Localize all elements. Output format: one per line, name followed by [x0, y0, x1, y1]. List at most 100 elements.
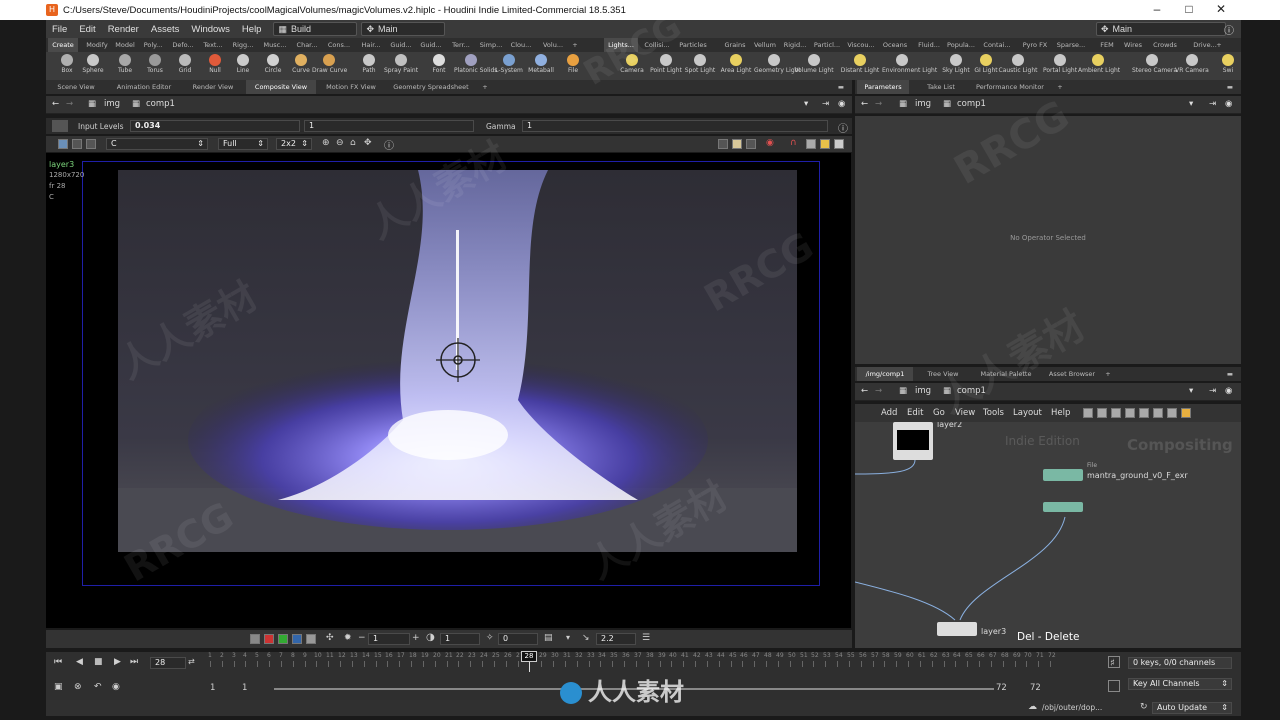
realtime-icon[interactable]: ▣: [54, 682, 63, 692]
back-icon[interactable]: ←: [861, 386, 868, 396]
key-all-dropdown[interactable]: Key All Channels ⇕: [1128, 678, 1232, 690]
shelf-tool[interactable]: Tube: [108, 52, 142, 80]
shelf-tab[interactable]: Char...: [292, 38, 322, 52]
shelf-tool[interactable]: Environment Light: [882, 52, 937, 80]
shelf-tab[interactable]: Crowds: [1148, 38, 1182, 52]
safe-area-icon[interactable]: [820, 139, 830, 149]
cloud-icon[interactable]: ☁: [1028, 702, 1037, 712]
network-editor[interactable]: Indie Edition Compositing layer2 File ma…: [855, 422, 1241, 648]
gamma-icon[interactable]: ↘: [582, 633, 590, 643]
magnet-icon[interactable]: ∩: [790, 138, 797, 148]
input-levels-max-field[interactable]: 1: [304, 120, 474, 132]
pane-tab[interactable]: Motion FX View: [318, 80, 384, 94]
shelf-tool[interactable]: Stereo Camera: [1132, 52, 1177, 80]
close-button[interactable]: ✕: [1204, 0, 1238, 20]
desktop-dropdown[interactable]: ▦ Build: [273, 22, 358, 36]
shelf-tool[interactable]: Line: [226, 52, 260, 80]
pane-menu-icon[interactable]: ▬: [1225, 80, 1235, 94]
add-shelf-icon[interactable]: +: [1214, 38, 1224, 52]
view-mode-icon[interactable]: [58, 139, 68, 149]
backdrop-toggle-icon[interactable]: [746, 139, 756, 149]
palette-icon[interactable]: [1139, 408, 1149, 418]
lut-icon[interactable]: ▤: [544, 633, 553, 643]
compare-icon[interactable]: [72, 139, 82, 149]
right-shelf-set-dropdown[interactable]: ✥ Main: [1096, 22, 1226, 36]
shelf-tab[interactable]: Oceans: [878, 38, 912, 52]
path-dropdown-icon[interactable]: ▾: [804, 99, 808, 109]
pane-menu-icon[interactable]: ▬: [836, 80, 846, 94]
offset-icon[interactable]: ✧: [486, 633, 494, 643]
shelf-tab[interactable]: Contai...: [980, 38, 1014, 52]
shelf-tab[interactable]: Wires: [1116, 38, 1150, 52]
shelf-tool[interactable]: Grid: [168, 52, 202, 80]
keys-icon[interactable]: [1108, 656, 1120, 668]
contrast-icon[interactable]: ◑: [426, 632, 435, 643]
contrast-field[interactable]: 1: [440, 633, 480, 645]
shelf-tab[interactable]: Particl...: [810, 38, 844, 52]
blue-channel-icon[interactable]: [292, 634, 302, 644]
path-img[interactable]: img: [104, 99, 120, 109]
shelf-tab[interactable]: Volu...: [538, 38, 568, 52]
shelf-tab[interactable]: Model: [110, 38, 140, 52]
add-tab-icon[interactable]: +: [480, 80, 490, 94]
levels-icon[interactable]: [52, 120, 68, 132]
display-gamma-field[interactable]: 2.2: [596, 633, 636, 645]
shelf-tab[interactable]: Simp...: [476, 38, 506, 52]
list-icon[interactable]: ☰: [642, 633, 650, 643]
home-icon[interactable]: ⌂: [350, 138, 356, 148]
pane-menu-icon[interactable]: ▬: [1225, 367, 1235, 381]
layer3-node[interactable]: [937, 622, 977, 636]
red-channel-icon[interactable]: [264, 634, 274, 644]
gamma-field[interactable]: 1: [522, 120, 828, 132]
pane-tab[interactable]: Material Palette: [973, 367, 1039, 381]
playhead[interactable]: 28: [521, 651, 537, 662]
menu-file[interactable]: File: [46, 24, 73, 35]
pane-tab[interactable]: Take List: [917, 80, 965, 94]
shelf-tab[interactable]: Sparse...: [1054, 38, 1088, 52]
shelf-tab[interactable]: Grains: [718, 38, 752, 52]
shelf-tab[interactable]: Guid...: [416, 38, 446, 52]
menu-render[interactable]: Render: [102, 24, 145, 35]
green-channel-icon[interactable]: [278, 634, 288, 644]
shelf-tool[interactable]: Draw Curve: [312, 52, 347, 80]
composite-viewer[interactable]: layer3 1280x720 fr 28 C: [46, 153, 851, 628]
audio-scrub-icon[interactable]: ◉: [112, 682, 120, 692]
file-node-2[interactable]: [1043, 502, 1083, 512]
tree-icon[interactable]: [1125, 408, 1135, 418]
shelf-tool[interactable]: Distant Light: [840, 52, 880, 80]
go-to-start-icon[interactable]: ⏮: [54, 657, 62, 667]
path-comp1[interactable]: comp1: [957, 99, 986, 109]
zoom-out-icon[interactable]: ⊖: [336, 138, 344, 148]
pane-tab[interactable]: Asset Browser: [1045, 367, 1099, 381]
shelf-tool[interactable]: Metaball: [524, 52, 558, 80]
add-tab-icon[interactable]: +: [1055, 80, 1065, 94]
add-shelf-icon[interactable]: +: [570, 38, 580, 52]
shelf-tool[interactable]: Platonic Solids: [454, 52, 497, 80]
back-icon[interactable]: ←: [52, 99, 59, 109]
shelf-tab[interactable]: Collisi...: [640, 38, 674, 52]
key-all-icon[interactable]: [1108, 680, 1120, 692]
link-icon[interactable]: ◉: [1225, 99, 1232, 109]
stop-icon[interactable]: ■: [94, 657, 103, 667]
shelf-tab[interactable]: Create: [48, 38, 78, 52]
network-menu-item[interactable]: Help: [1051, 408, 1070, 418]
shelf-tool[interactable]: Ambient Light: [1078, 52, 1120, 80]
network-menu-item[interactable]: Layout: [1013, 408, 1042, 418]
minimize-button[interactable]: –: [1140, 0, 1174, 20]
refresh-icon[interactable]: ↻: [1140, 702, 1148, 712]
path-dropdown-icon[interactable]: ▾: [1189, 386, 1193, 396]
back-icon[interactable]: ←: [861, 99, 868, 109]
input-levels-field[interactable]: 0.034: [130, 120, 300, 132]
shelf-tool[interactable]: Sphere: [76, 52, 110, 80]
step-back-icon[interactable]: ◀: [76, 657, 83, 667]
color-swatch-icon[interactable]: [250, 634, 260, 644]
overlay-toggle-icon[interactable]: [718, 139, 728, 149]
shelf-tab[interactable]: Musc...: [260, 38, 290, 52]
folder-icon[interactable]: [1181, 408, 1191, 418]
current-frame-field[interactable]: 28: [150, 657, 186, 669]
menu-assets[interactable]: Assets: [145, 24, 186, 35]
shelf-tab[interactable]: Text...: [198, 38, 228, 52]
frame-ruler[interactable]: 1 2 3 4 5 6 7 8 9 10 11 12 13 14 15 16 17 18 19 20 21 22 23 24 2…: [208, 651, 1058, 674]
shelf-tab[interactable]: Viscou...: [844, 38, 878, 52]
shelf-tool[interactable]: Torus: [138, 52, 172, 80]
